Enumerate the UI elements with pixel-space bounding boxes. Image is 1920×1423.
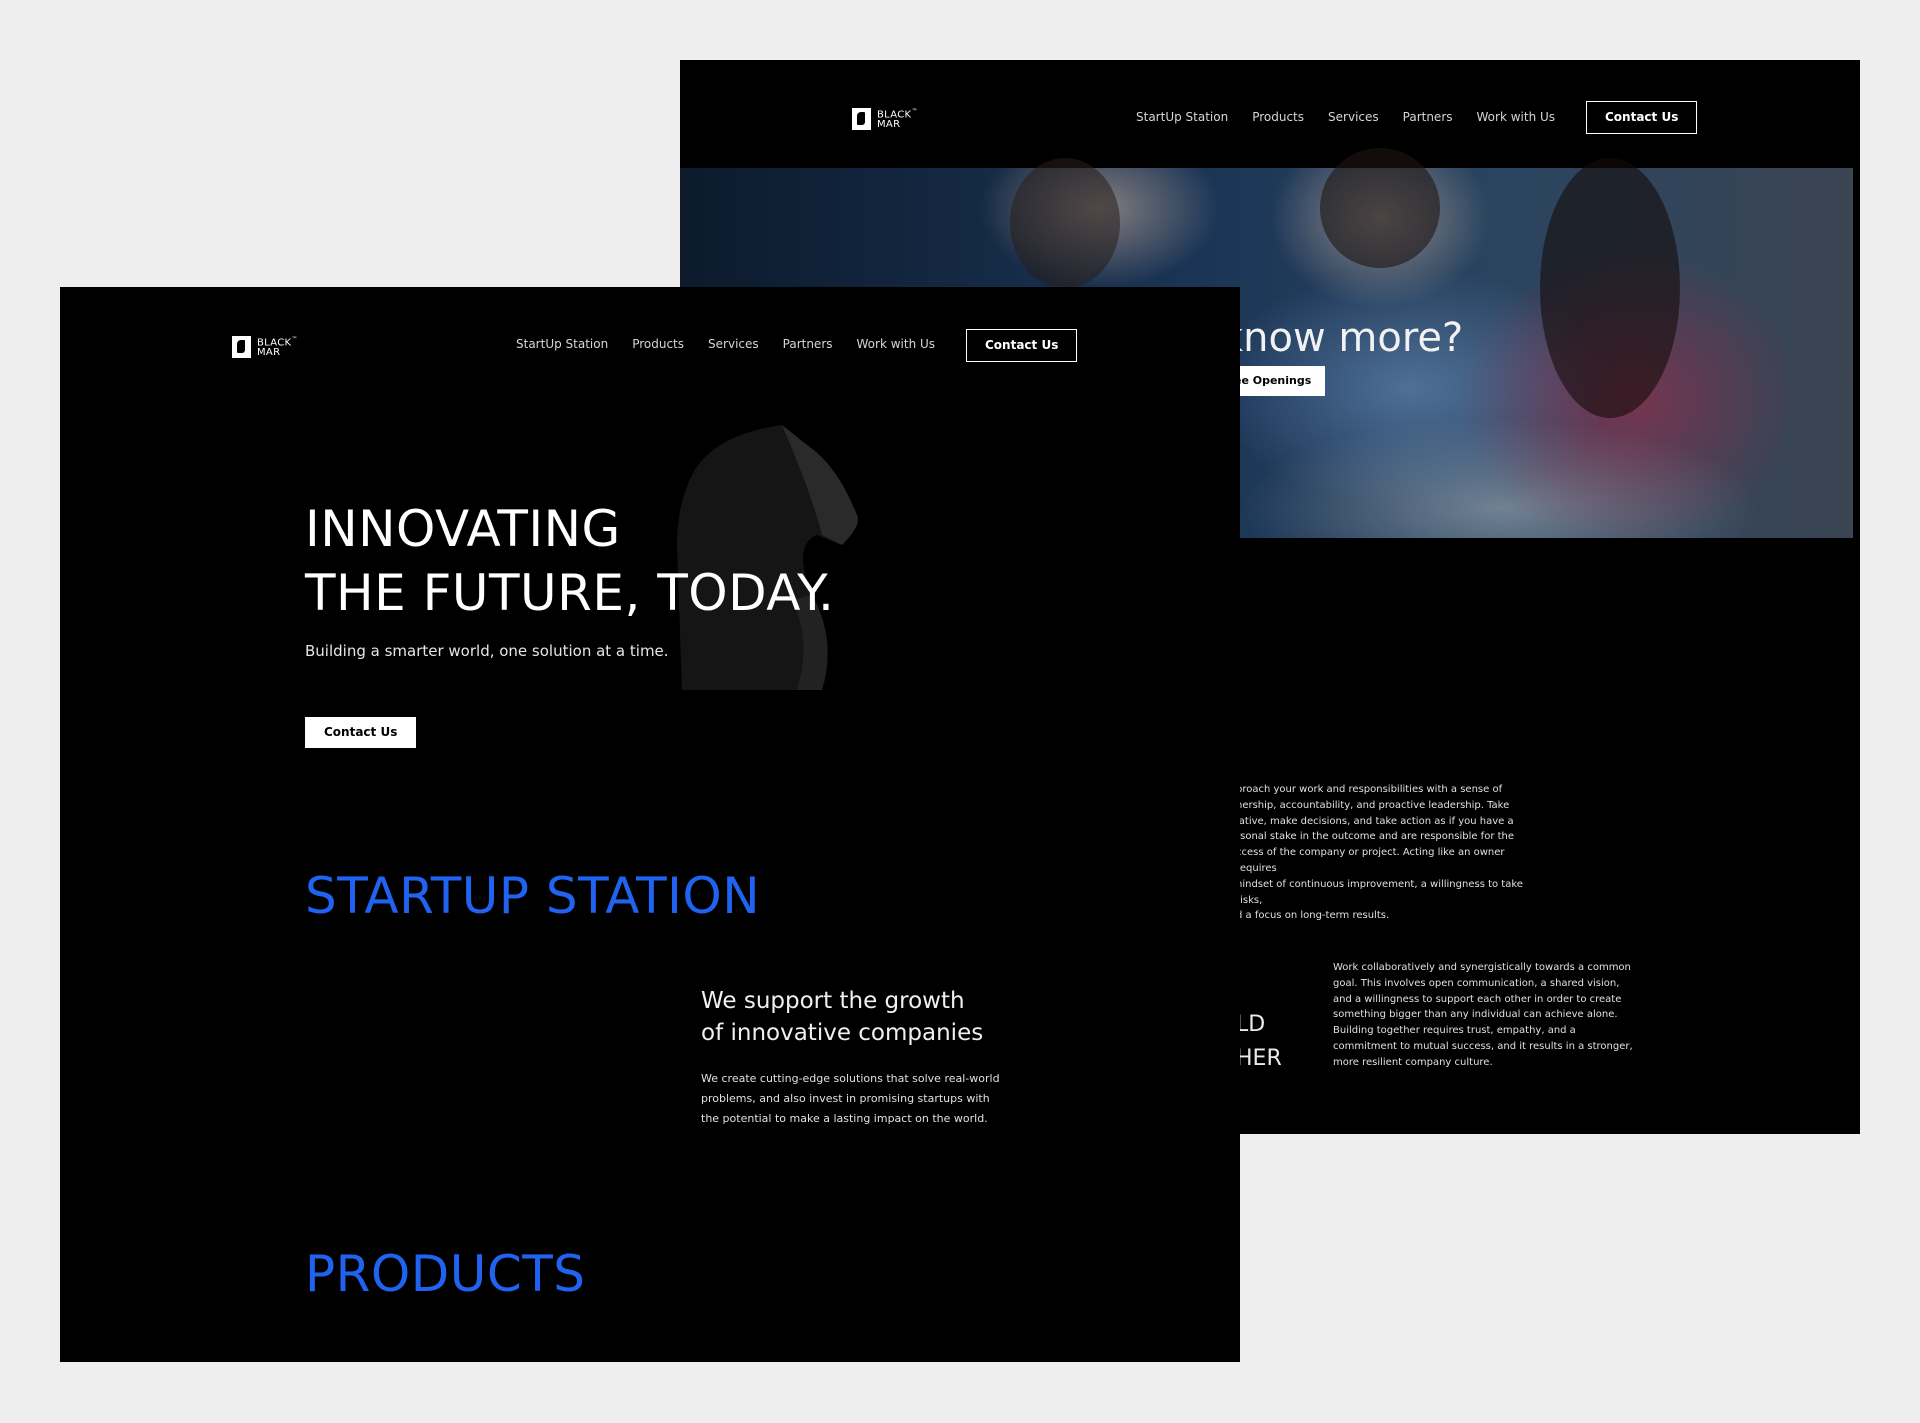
products-heading: PRODUCTS: [305, 1245, 586, 1303]
screenshot-front: BLACK™ MAR StartUp Station Products Serv…: [60, 287, 1240, 1362]
nav-link-services[interactable]: Services: [708, 337, 759, 351]
nav-links: StartUp Station Products Services Partne…: [1136, 110, 1555, 124]
top-nav: BLACK™ MAR StartUp Station Products Serv…: [60, 287, 1240, 395]
collaboration-paragraph: Work collaboratively and synergistically…: [1333, 962, 1633, 1068]
nav-link-partners[interactable]: Partners: [1403, 110, 1453, 124]
build-together-heading: LD HER: [1236, 1012, 1282, 1071]
hero-title: know more?: [1220, 315, 1464, 361]
hero-title: INNOVATING THE FUTURE, TODAY.: [305, 500, 835, 622]
startup-station-body: We create cutting-edge solutions that so…: [701, 1072, 1000, 1125]
top-nav: BLACK™ MAR StartUp Station Products Serv…: [680, 60, 1860, 168]
nav-link-products[interactable]: Products: [632, 337, 684, 351]
logo[interactable]: BLACK™ MAR: [232, 335, 298, 358]
contact-us-button[interactable]: Contact Us: [1586, 101, 1698, 134]
ownership-paragraph: proach your work and responsibilities wi…: [1236, 784, 1523, 922]
nav-links: StartUp Station Products Services Partne…: [516, 337, 935, 351]
contact-us-button[interactable]: Contact Us: [966, 329, 1078, 362]
person-silhouette: [1010, 158, 1120, 288]
nav-link-startup-station[interactable]: StartUp Station: [516, 337, 608, 351]
logo-text: BLACK™ MAR: [257, 336, 298, 359]
logo-text: BLACK™ MAR: [877, 108, 918, 131]
logo[interactable]: BLACK™ MAR: [852, 107, 918, 130]
nav-link-work-with-us[interactable]: Work with Us: [1477, 110, 1556, 124]
person-silhouette: [1540, 158, 1680, 418]
nav-link-partners[interactable]: Partners: [783, 337, 833, 351]
hero-subtitle: Building a smarter world, one solution a…: [305, 642, 669, 660]
knight-logo-icon: [852, 107, 871, 130]
startup-station-title: We support the growth of innovative comp…: [701, 988, 984, 1046]
nav-link-services[interactable]: Services: [1328, 110, 1379, 124]
person-silhouette: [1320, 148, 1440, 268]
nav-link-products[interactable]: Products: [1252, 110, 1304, 124]
nav-link-work-with-us[interactable]: Work with Us: [857, 337, 936, 351]
startup-station-heading: STARTUP STATION: [305, 867, 761, 925]
hero-contact-us-button[interactable]: Contact Us: [305, 717, 417, 748]
nav-link-startup-station[interactable]: StartUp Station: [1136, 110, 1228, 124]
knight-logo-icon: [232, 335, 251, 358]
